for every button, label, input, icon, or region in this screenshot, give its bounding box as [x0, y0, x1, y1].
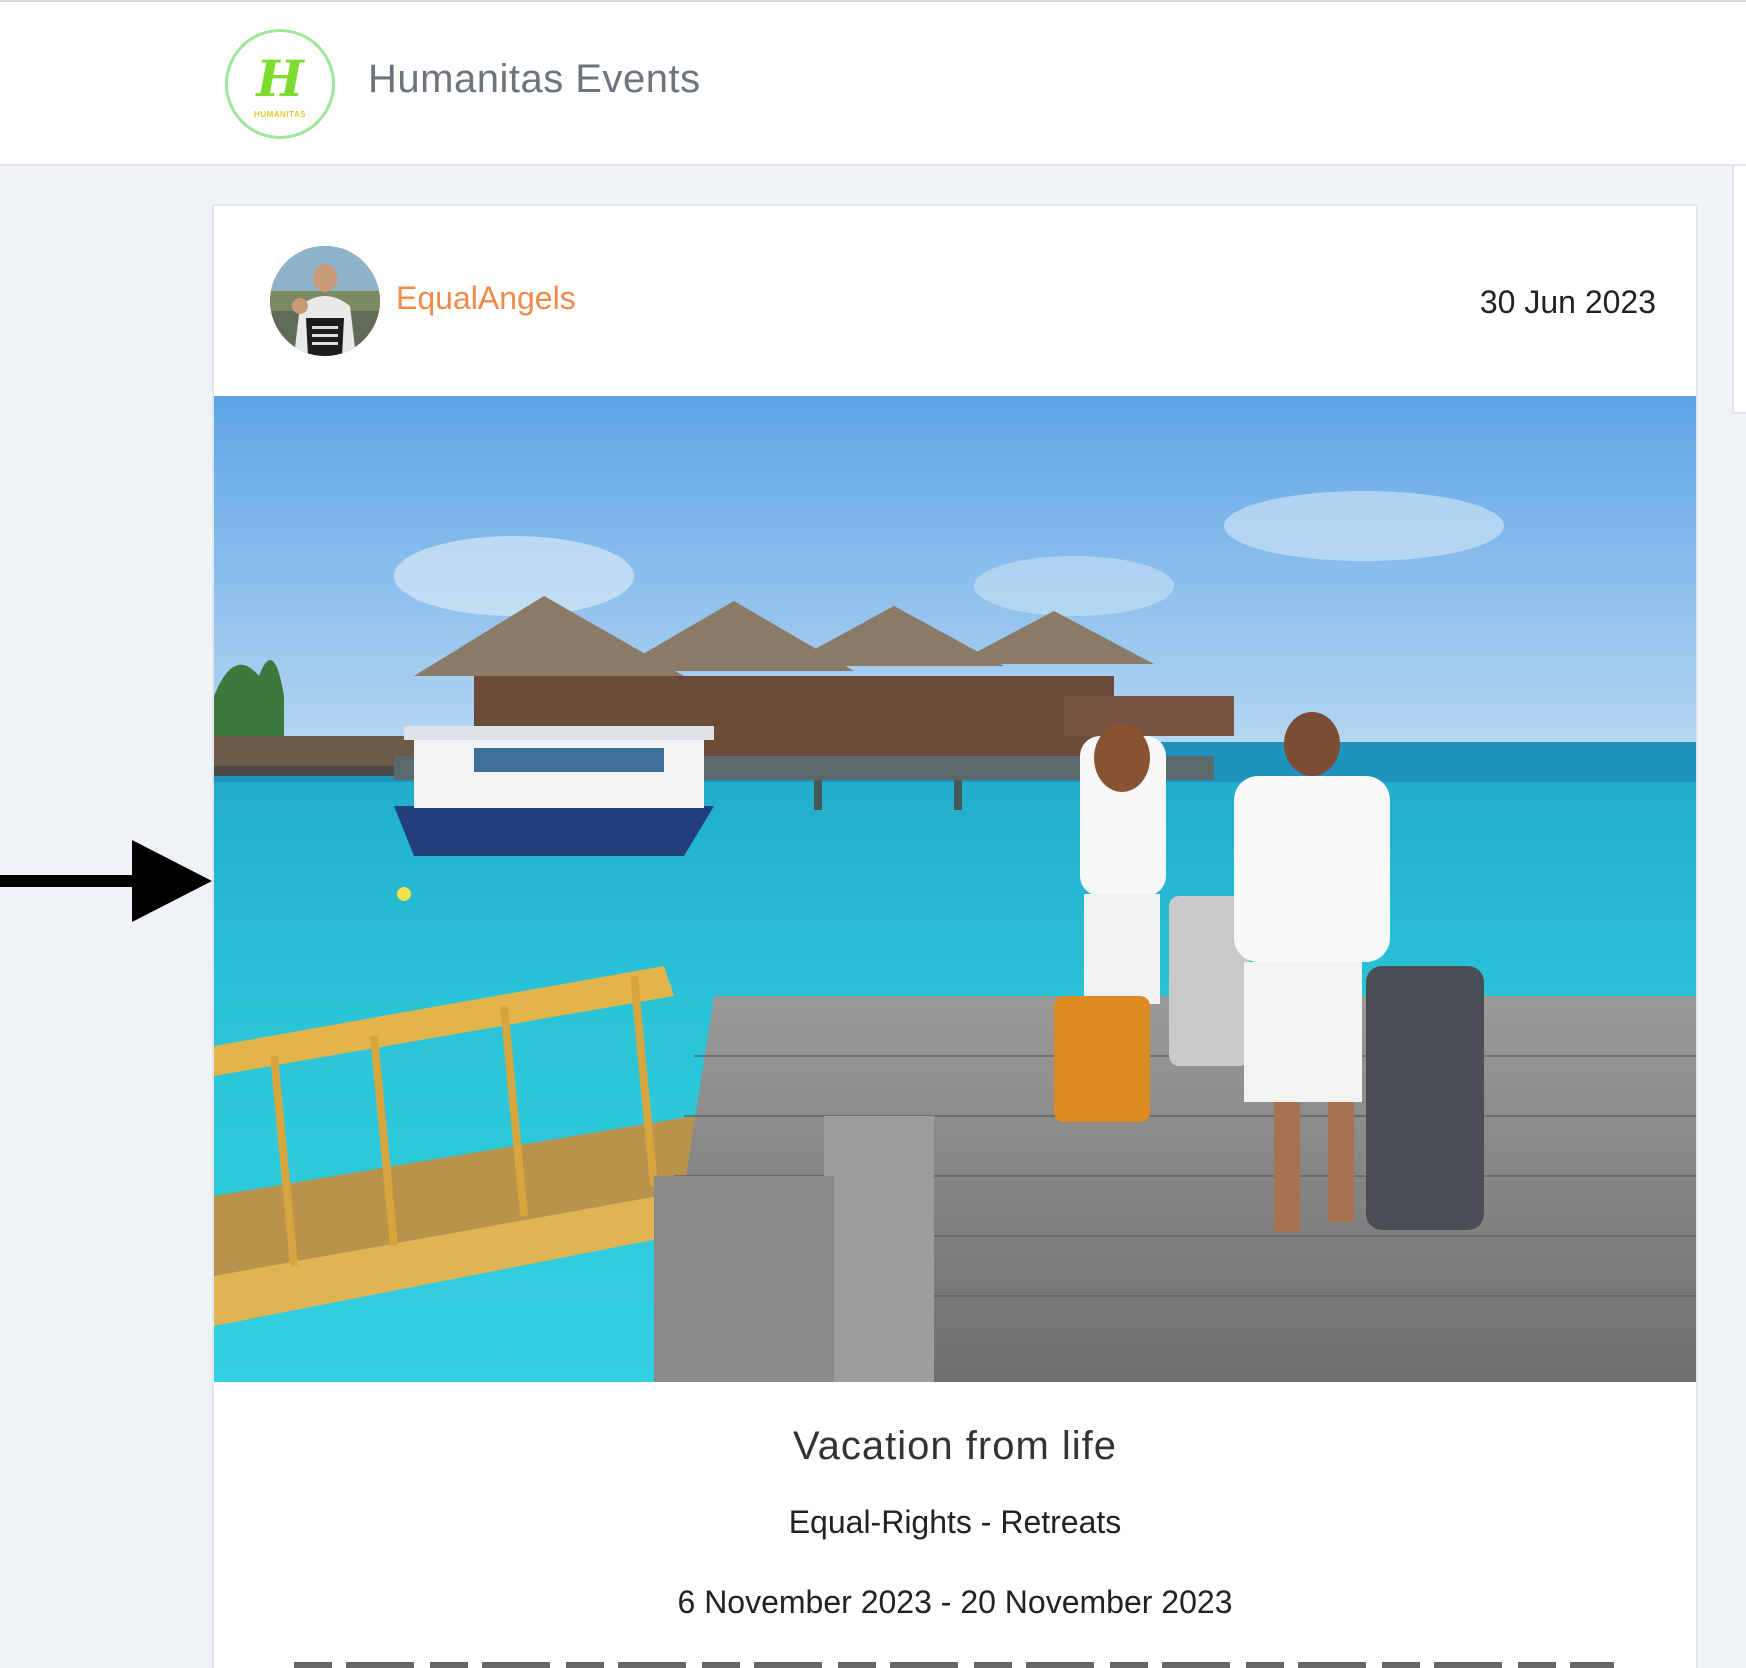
pointer-arrow-icon — [0, 840, 212, 922]
logo-letter: H — [256, 48, 304, 108]
top-navbar: H HUMANITAS Humanitas Events — [0, 0, 1746, 166]
event-title[interactable]: Vacation from life — [214, 1424, 1696, 1469]
sidebar-panel-edge — [1732, 166, 1746, 414]
event-dates: 6 November 2023 - 20 November 2023 — [677, 1584, 1233, 1620]
site-title[interactable]: Humanitas Events — [368, 57, 701, 102]
author-avatar[interactable] — [270, 246, 380, 356]
vacation-photo[interactable] — [214, 396, 1696, 1382]
humanitas-logo[interactable]: H HUMANITAS — [225, 29, 335, 139]
event-card: EqualAngels 30 Jun 2023 Vacation from li… — [212, 204, 1698, 1668]
logo-text: HUMANITAS — [254, 109, 306, 119]
event-category: Equal-Rights - Retreats — [788, 1504, 1122, 1540]
post-date: 30 Jun 2023 — [1479, 284, 1656, 320]
author-link[interactable]: EqualAngels — [396, 280, 576, 317]
event-description-cutoff — [294, 1658, 1614, 1668]
